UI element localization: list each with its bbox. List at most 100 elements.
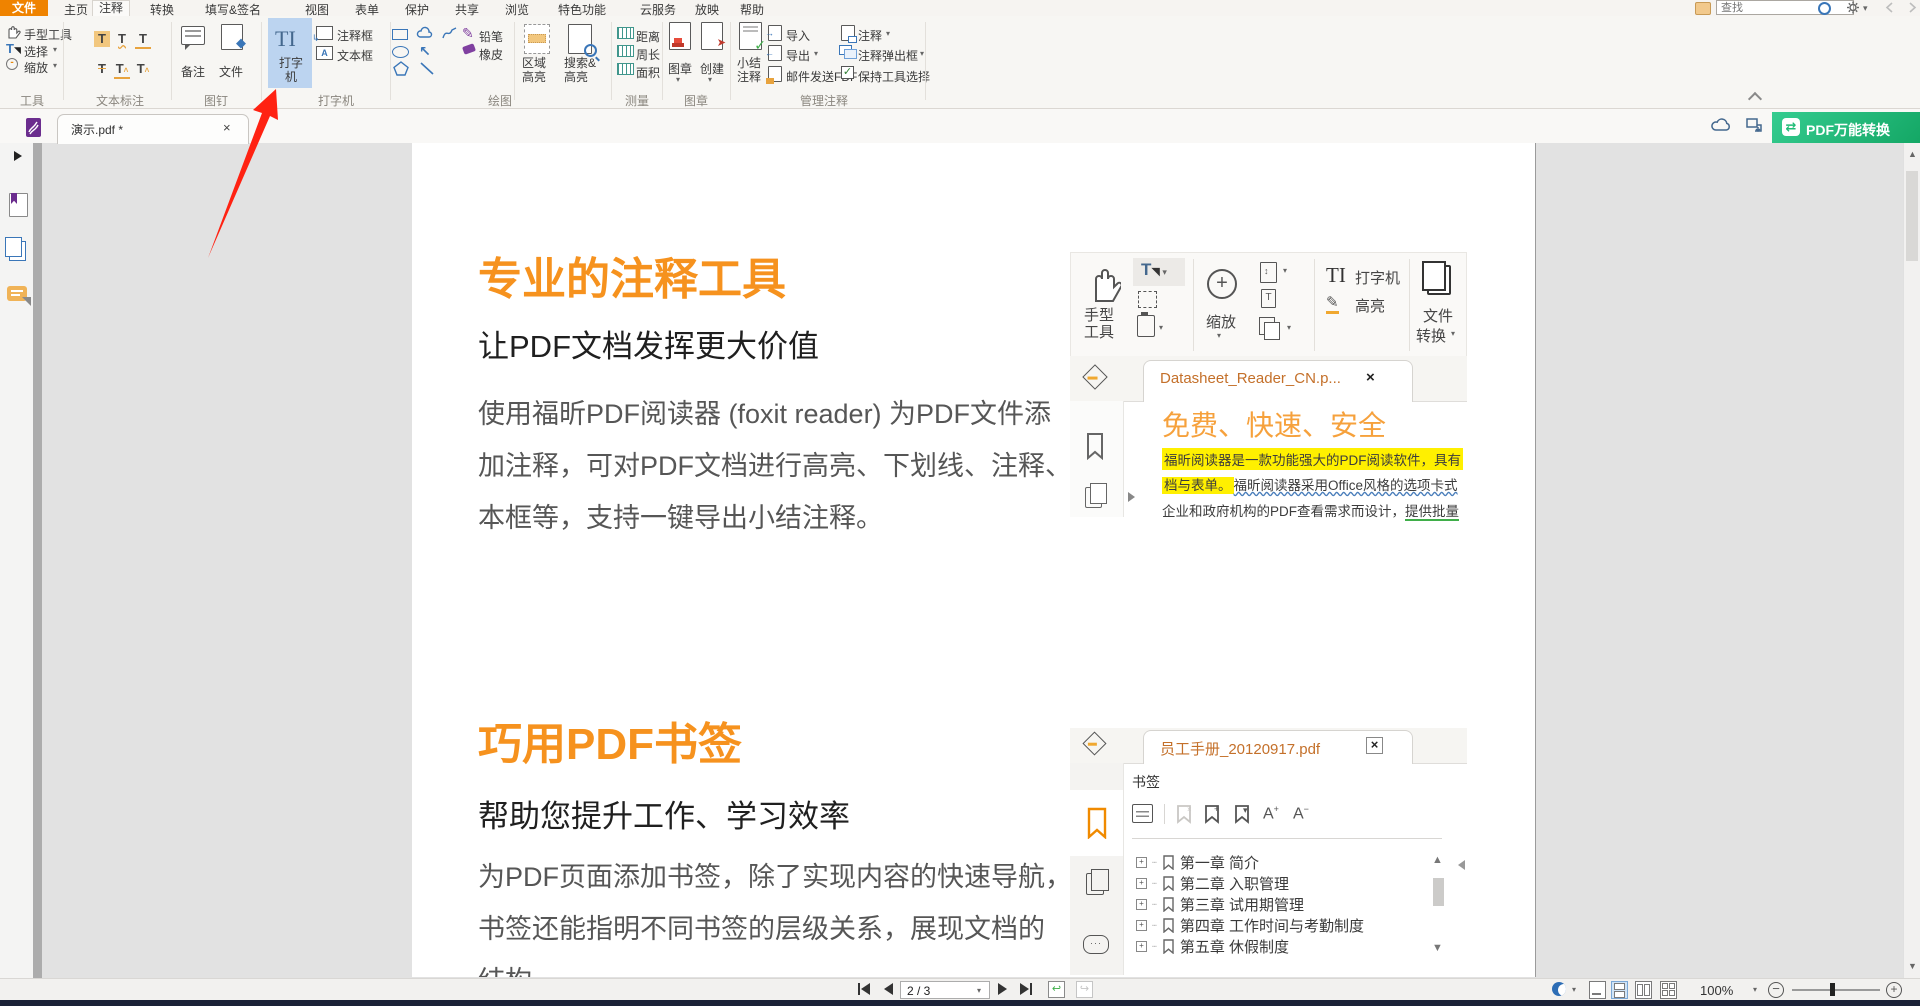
zoom-in-button[interactable]: + — [1886, 982, 1902, 998]
menu-present[interactable]: 放映 — [695, 1, 719, 18]
textbox-button[interactable]: 文本框 — [337, 47, 373, 64]
view-mode-dropdown-icon[interactable]: ▾ — [1572, 985, 1576, 994]
keep-tool-checkbox[interactable]: ✓ — [841, 66, 854, 79]
ribbon-divider — [63, 22, 64, 100]
squiggly-underline-icon[interactable]: T — [114, 31, 130, 47]
menu-form[interactable]: 表单 — [355, 1, 379, 18]
replace-text-icon[interactable]: T˄ — [114, 61, 130, 79]
prev-page-button[interactable] — [884, 983, 893, 995]
export-button[interactable]: 导出 — [786, 47, 810, 64]
comments-button[interactable]: 注释 — [858, 27, 882, 44]
scroll-thumb[interactable] — [1906, 171, 1918, 261]
typewriter-button-selected[interactable]: TI 打字机 — [268, 18, 312, 88]
menu-file-button[interactable]: 文件 — [0, 0, 48, 16]
strikeout-text-icon[interactable]: T — [94, 61, 110, 77]
next-view-button[interactable]: ↪ — [1076, 981, 1093, 998]
page-number-box[interactable]: 2 / 3 ▾ — [900, 981, 990, 999]
arrow-shape-icon[interactable]: ↖ — [419, 43, 431, 60]
status-bar: 2 / 3 ▾ ↩ ↪ ▾ 100% ▾ − + — [0, 978, 1920, 1001]
pentagon-shape-icon[interactable] — [393, 61, 409, 76]
note-button[interactable]: 备注 — [181, 63, 205, 80]
hand-tool-button[interactable]: 手型工具 — [24, 26, 72, 43]
ribbon-divider — [611, 22, 612, 100]
search-highlight-button[interactable]: 搜索&高亮 — [564, 56, 596, 84]
scroll-up-icon[interactable]: ▲ — [1908, 149, 1917, 159]
export-dropdown-icon[interactable]: ▾ — [814, 49, 818, 58]
facing-view-button[interactable] — [1635, 981, 1652, 999]
document-tab[interactable]: 演示.pdf * × — [57, 114, 249, 144]
stamp-dropdown-icon[interactable]: ▾ — [676, 75, 680, 84]
eye-protect-mode-icon[interactable] — [1552, 982, 1566, 996]
polyline-pen-icon[interactable] — [441, 26, 458, 41]
comments-panel-icon[interactable] — [7, 286, 27, 301]
file-attach-button[interactable]: 文件 — [219, 63, 243, 80]
import-doc-icon[interactable] — [1744, 116, 1764, 134]
pencil-button[interactable]: 铅笔 — [479, 28, 503, 45]
cloud-doc-icon[interactable] — [1710, 116, 1734, 134]
menu-home[interactable]: 主页 — [64, 1, 88, 18]
oval-shape-icon[interactable] — [392, 46, 409, 58]
menu-help[interactable]: 帮助 — [740, 1, 764, 18]
popup-note-dropdown-icon[interactable]: ▾ — [920, 49, 924, 58]
scroll-down-icon[interactable]: ▼ — [1908, 961, 1917, 971]
area-measure-button[interactable]: 面积 — [636, 64, 660, 81]
zoom-tool-button[interactable]: 缩放 — [24, 59, 48, 76]
zoom-dropdown-icon[interactable]: ▾ — [53, 61, 57, 70]
email-fdf-icon — [768, 66, 782, 82]
summary-comments-button[interactable]: 小结注释 — [737, 56, 767, 84]
pages-panel-icon[interactable] — [9, 241, 26, 261]
last-page-button[interactable] — [1020, 983, 1029, 995]
gear-icon[interactable]: ▾ — [1846, 1, 1870, 14]
menu-browse[interactable]: 浏览 — [505, 1, 529, 18]
popup-note-button[interactable]: 注释弹出框 — [858, 47, 918, 64]
menu-share[interactable]: 共享 — [455, 1, 479, 18]
single-page-view-button[interactable] — [1589, 981, 1606, 999]
line-shape-icon[interactable] — [419, 61, 435, 76]
rectangle-shape-icon[interactable] — [392, 29, 408, 40]
next-page-button[interactable] — [998, 983, 1007, 995]
insert-text-icon[interactable]: T˄ — [135, 61, 151, 77]
find-input[interactable] — [1716, 0, 1854, 15]
eraser-button[interactable]: 橡皮 — [479, 46, 503, 63]
sidebar-splitter[interactable] — [33, 143, 42, 978]
create-stamp-dropdown-icon[interactable]: ▾ — [708, 75, 712, 84]
menu-comment-active[interactable]: 注释 — [92, 0, 130, 16]
pencil-icon: ✎ — [462, 25, 474, 42]
collapse-ribbon-icon[interactable] — [1748, 92, 1762, 106]
close-tab-icon[interactable]: × — [223, 120, 231, 135]
highlight-text-icon[interactable]: T — [94, 31, 110, 47]
bookmarks-panel-icon[interactable] — [9, 193, 28, 217]
find-icon[interactable] — [1695, 2, 1711, 15]
expand-panel-icon[interactable] — [14, 151, 22, 161]
keep-tool-label[interactable]: 保持工具选择 — [858, 68, 930, 85]
menu-view[interactable]: 视图 — [305, 1, 329, 18]
pdf-convert-button[interactable]: ⇄ PDF万能转换 — [1772, 112, 1920, 143]
menu-cloud[interactable]: 云服务 — [640, 1, 676, 18]
cloud-shape-icon[interactable] — [415, 26, 435, 40]
menu-convert[interactable]: 转换 — [150, 1, 174, 18]
underline-text-icon[interactable]: T — [135, 31, 151, 49]
distance-button[interactable]: 距离 — [636, 28, 660, 45]
menu-fill-sign[interactable]: 填写&签名 — [205, 1, 261, 18]
first-page-button[interactable] — [861, 983, 870, 995]
vertical-scrollbar[interactable]: ▲ ▼ — [1903, 143, 1920, 978]
area-highlight-button[interactable]: 区域高亮 — [522, 56, 552, 84]
previous-view-button[interactable]: ↩ — [1048, 981, 1065, 998]
menu-features[interactable]: 特色功能 — [558, 1, 606, 18]
zoom-dropdown-icon[interactable]: ▾ — [1753, 985, 1757, 994]
menu-protect[interactable]: 保护 — [405, 1, 429, 18]
import-button[interactable]: 导入 — [786, 27, 810, 44]
doc-body-line: 书签还能指明不同书签的层级关系，展现文档的 — [478, 907, 1045, 946]
zoom-out-button[interactable]: − — [1768, 982, 1784, 998]
callout-button[interactable]: 注释框 — [337, 27, 373, 44]
history-back-forward-icons[interactable] — [1884, 2, 1918, 13]
page-dropdown-icon[interactable]: ▾ — [977, 986, 981, 995]
continuous-facing-view-button[interactable] — [1660, 981, 1677, 999]
continuous-view-button-active[interactable] — [1611, 981, 1628, 999]
select-tool-button[interactable]: 选择 — [24, 43, 48, 60]
zoom-slider-handle[interactable] — [1830, 983, 1835, 996]
perimeter-button[interactable]: 周长 — [636, 46, 660, 63]
select-dropdown-icon[interactable]: ▾ — [53, 45, 57, 54]
comments-dropdown-icon[interactable]: ▾ — [886, 29, 890, 38]
zoom-slider-track[interactable] — [1792, 989, 1880, 991]
